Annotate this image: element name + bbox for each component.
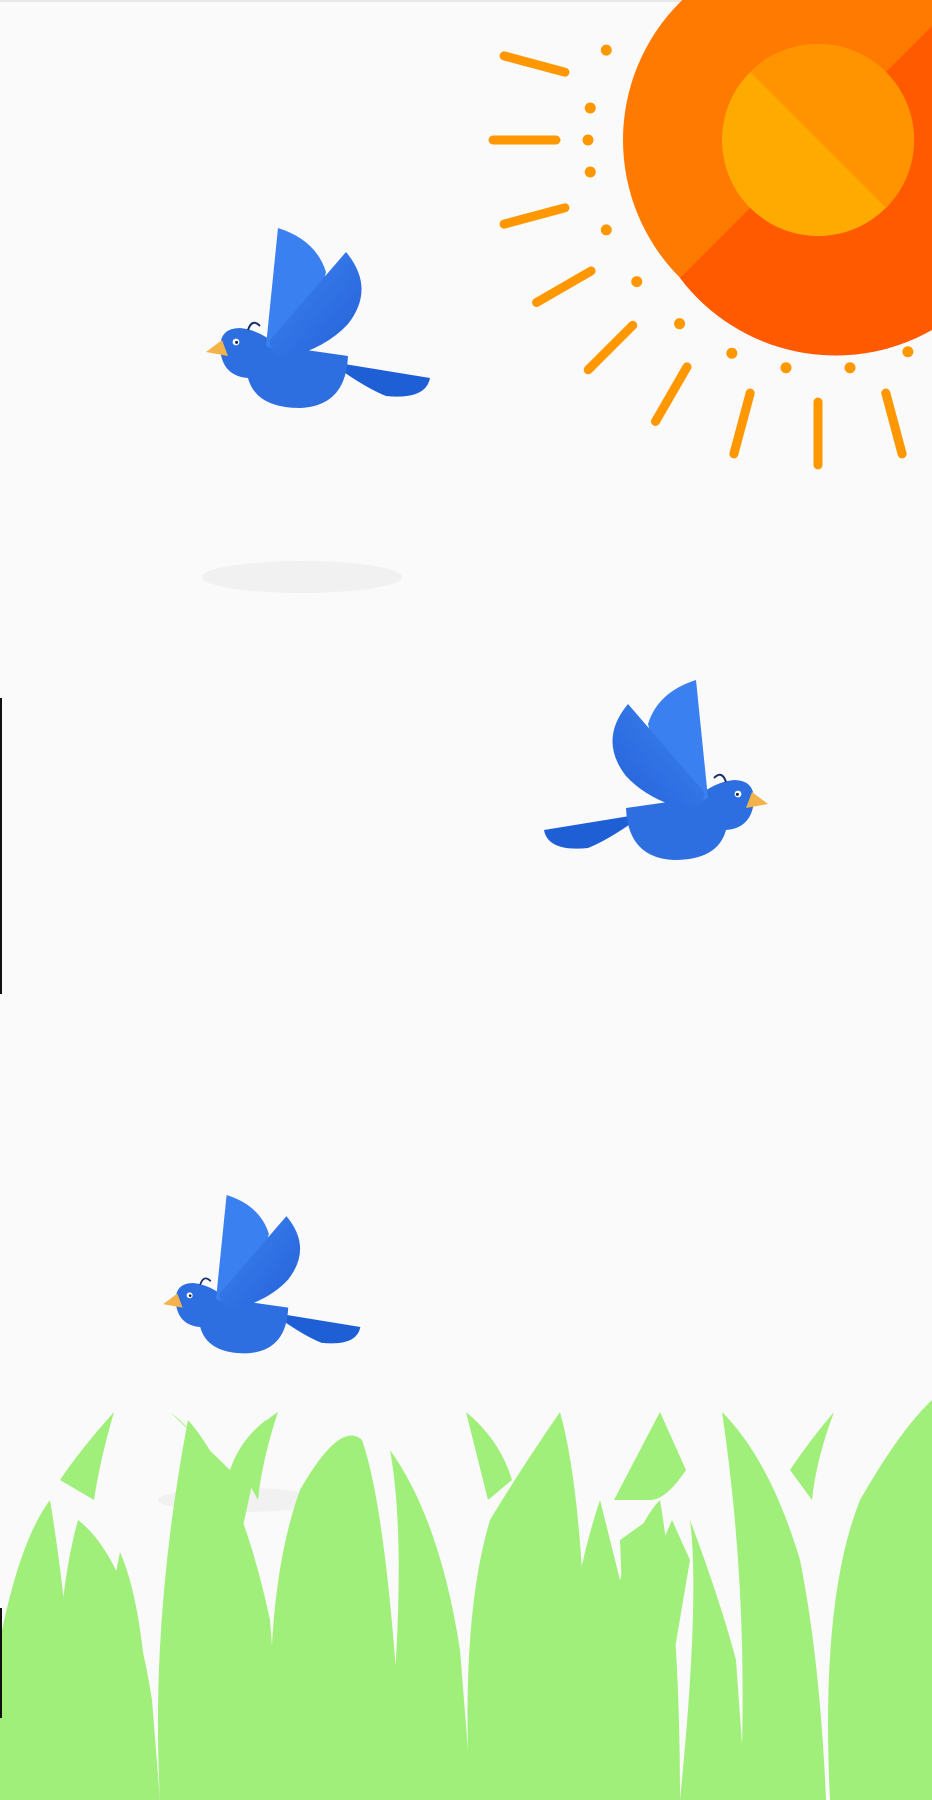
bird-icon bbox=[206, 228, 430, 408]
sun-dot bbox=[600, 44, 612, 56]
scene bbox=[0, 0, 932, 1800]
bird-shadow bbox=[202, 561, 402, 593]
sun-ray bbox=[651, 362, 692, 426]
sun-dot bbox=[780, 362, 792, 374]
sun-dot bbox=[582, 134, 594, 146]
bird-icon bbox=[544, 680, 768, 860]
bird-crest bbox=[247, 321, 261, 331]
grass-blade bbox=[828, 1400, 932, 1800]
bird-pupil bbox=[235, 340, 239, 344]
bird-tail bbox=[338, 363, 430, 397]
bird-pupil bbox=[188, 1294, 192, 1297]
sun-ray bbox=[583, 320, 638, 375]
bird-icon bbox=[163, 1195, 361, 1354]
sun-ray bbox=[532, 266, 596, 307]
bird-pupil bbox=[735, 792, 739, 796]
left-edge-marker bbox=[0, 698, 2, 994]
sun-dot bbox=[902, 346, 914, 358]
sun-dot bbox=[584, 102, 596, 114]
grass-blade bbox=[60, 1412, 114, 1500]
sun-dot bbox=[600, 224, 612, 236]
grass-blade bbox=[680, 1520, 746, 1800]
sun-ray bbox=[499, 203, 570, 229]
sun-ray bbox=[499, 51, 570, 77]
bird-tail bbox=[279, 1313, 361, 1344]
grass-blade bbox=[614, 1412, 686, 1500]
sun-dot bbox=[584, 166, 596, 178]
bird-tail bbox=[544, 815, 636, 849]
sun-dot bbox=[674, 318, 686, 330]
grass-blade bbox=[384, 1450, 472, 1800]
sun-icon bbox=[488, 0, 932, 470]
sun-dot bbox=[844, 362, 856, 374]
grass-blade bbox=[790, 1412, 834, 1500]
sun-ray bbox=[729, 388, 755, 459]
grass-icon bbox=[0, 1400, 932, 1800]
sun-ray bbox=[881, 388, 907, 459]
scene-artwork bbox=[0, 0, 932, 1800]
sun-dot bbox=[631, 276, 643, 288]
bird-crest bbox=[713, 773, 727, 783]
sun-dot bbox=[726, 347, 738, 359]
grass-blade bbox=[466, 1412, 512, 1500]
bird-crest bbox=[199, 1277, 212, 1286]
left-edge-marker bbox=[0, 1608, 2, 1718]
